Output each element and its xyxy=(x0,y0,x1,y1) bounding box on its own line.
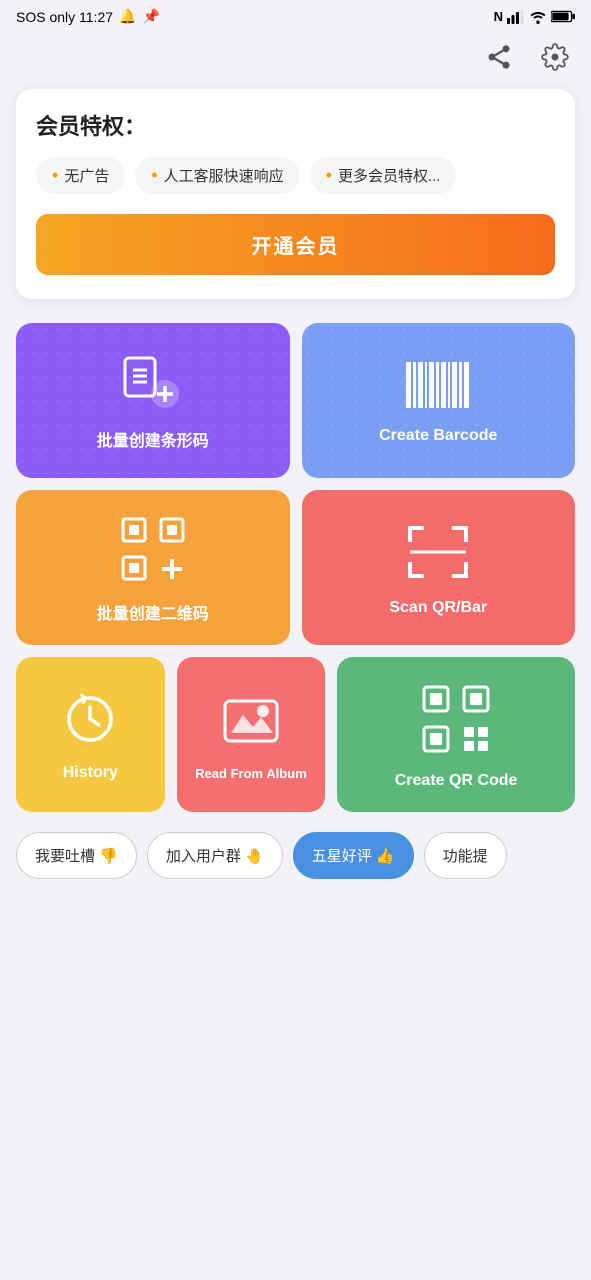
bell-icon: 🔔 xyxy=(119,8,136,25)
read-album-label: Read From Album xyxy=(195,766,306,781)
create-barcode-icon xyxy=(406,362,470,413)
feedback-button[interactable]: 我要吐槽 👎 xyxy=(16,832,137,879)
scan-icon xyxy=(406,524,470,585)
batch-barcode-label: 批量创建条形码 xyxy=(97,427,209,451)
vip-title: 会员特权： xyxy=(36,109,555,141)
vip-open-button[interactable]: 开通会员 xyxy=(36,214,555,275)
share-icon xyxy=(485,43,513,71)
vip-badge-3: 更多会员特权... xyxy=(310,157,457,194)
batch-qr-item[interactable]: 批量创建二维码 xyxy=(16,490,290,645)
history-item[interactable]: History xyxy=(16,657,165,812)
vip-badge-2: 人工客服快速响应 xyxy=(135,157,299,194)
main-grid: 批量创建条形码 Create Barcode xyxy=(0,323,591,645)
vip-badge-1: 无广告 xyxy=(36,157,125,194)
batch-qr-icon xyxy=(121,517,185,586)
history-icon xyxy=(64,693,116,750)
battery-icon xyxy=(551,10,575,23)
suggest-button[interactable]: 功能提 xyxy=(424,832,507,879)
status-bar: SOS only 11:27 🔔 📌 N xyxy=(0,0,591,33)
wifi-icon xyxy=(529,10,547,24)
status-left: SOS only 11:27 🔔 📌 xyxy=(16,8,160,25)
bottom-bar: 我要吐槽 👎 加入用户群 🤚 五星好评 👍 功能提 xyxy=(0,832,591,899)
scan-qr-label: Scan QR/Bar xyxy=(389,599,487,617)
pin-icon: 📌 xyxy=(142,8,159,25)
create-qr-label: Create QR Code xyxy=(395,772,518,790)
status-text: SOS only 11:27 xyxy=(16,9,113,25)
settings-button[interactable] xyxy=(535,37,575,77)
read-album-icon xyxy=(223,695,279,752)
create-barcode-item[interactable]: Create Barcode xyxy=(302,323,576,478)
history-label: History xyxy=(63,764,118,782)
batch-qr-label: 批量创建二维码 xyxy=(97,600,209,624)
share-button[interactable] xyxy=(479,37,519,77)
toolbar xyxy=(0,33,591,89)
status-right: N xyxy=(494,9,575,24)
read-album-item[interactable]: Read From Album xyxy=(177,657,326,812)
settings-icon xyxy=(541,43,569,71)
vip-badges: 无广告 人工客服快速响应 更多会员特权... xyxy=(36,157,555,194)
batch-barcode-icon xyxy=(121,356,185,413)
create-barcode-label: Create Barcode xyxy=(379,427,497,445)
signal-icon xyxy=(507,10,525,24)
batch-barcode-item[interactable]: 批量创建条形码 xyxy=(16,323,290,478)
create-qr-icon xyxy=(422,685,490,758)
vip-card: 会员特权： 无广告 人工客服快速响应 更多会员特权... 开通会员 xyxy=(16,89,575,299)
create-qr-item[interactable]: Create QR Code xyxy=(337,657,575,812)
join-group-button[interactable]: 加入用户群 🤚 xyxy=(147,832,283,879)
bottom-grid: History Read From Album xyxy=(0,657,591,812)
nfc-icon: N xyxy=(494,9,503,24)
five-star-button[interactable]: 五星好评 👍 xyxy=(293,832,414,879)
scan-qr-item[interactable]: Scan QR/Bar xyxy=(302,490,576,645)
